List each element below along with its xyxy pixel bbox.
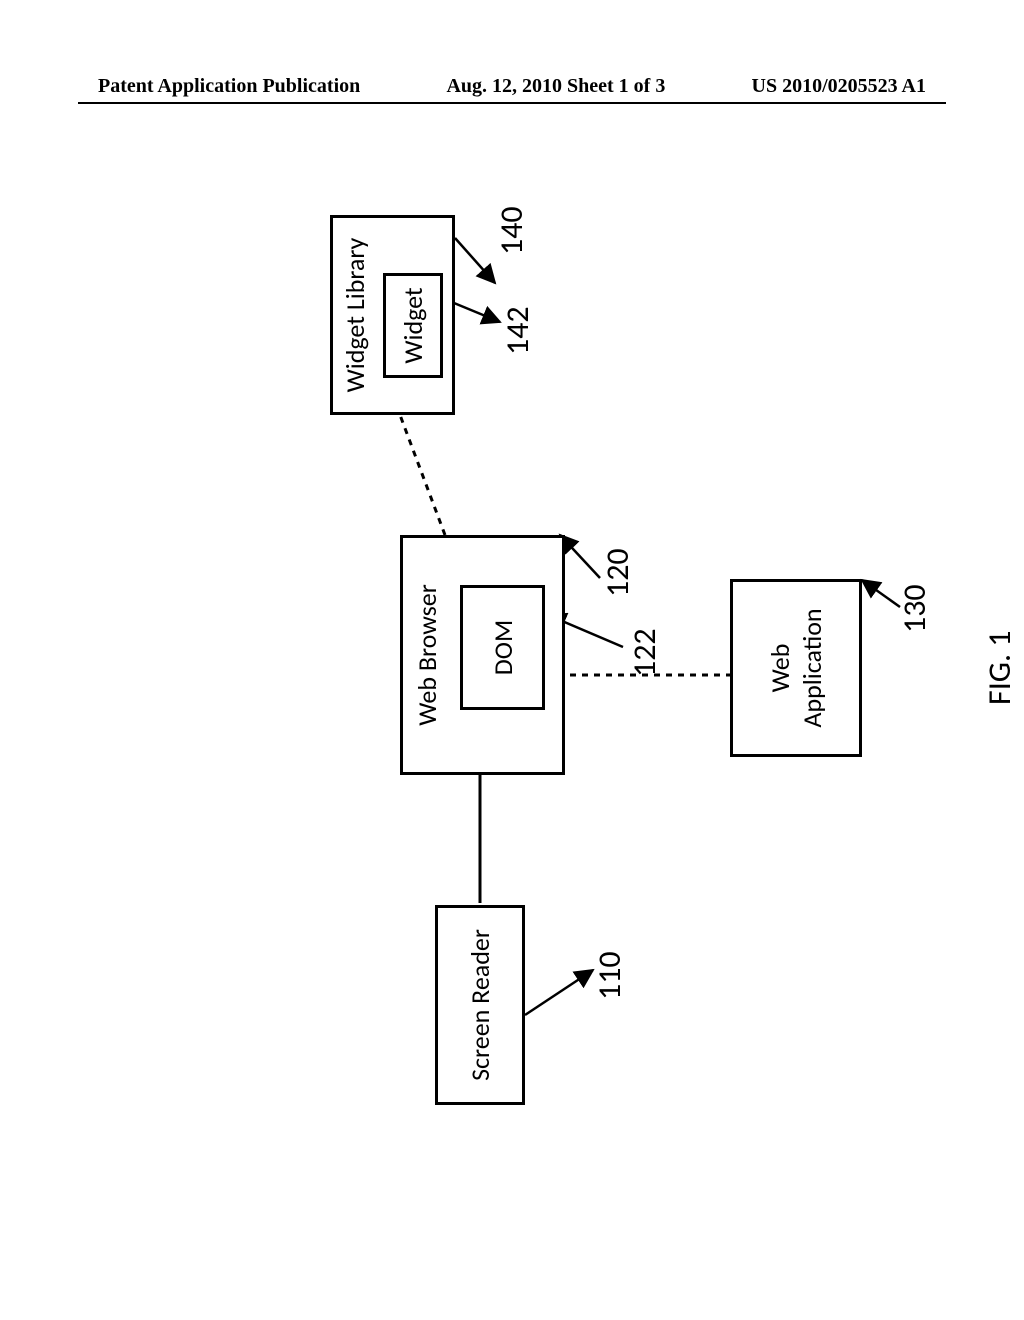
box-web-application: Web Application bbox=[730, 579, 862, 757]
ref-122: 122 bbox=[625, 628, 664, 677]
page: Patent Application Publication Aug. 12, … bbox=[0, 0, 1024, 1320]
box-dom: DOM bbox=[460, 585, 545, 710]
box-dom-label: DOM bbox=[487, 620, 519, 675]
header-right: US 2010/0205523 A1 bbox=[752, 75, 926, 98]
box-widget: Widget bbox=[383, 273, 443, 378]
box-widget-label: Widget bbox=[397, 287, 429, 363]
ref-130: 130 bbox=[895, 584, 934, 633]
ref-110: 110 bbox=[590, 951, 629, 1000]
header-left: Patent Application Publication bbox=[98, 75, 360, 98]
ref-120: 120 bbox=[598, 548, 637, 597]
box-screen-reader: Screen Reader bbox=[435, 905, 525, 1105]
ref-142: 142 bbox=[498, 306, 537, 355]
box-web-browser-label: Web Browser bbox=[411, 584, 443, 726]
box-screen-reader-label: Screen Reader bbox=[464, 929, 496, 1081]
box-web-application-label: Web Application bbox=[764, 608, 828, 727]
header-rule bbox=[78, 102, 946, 104]
page-header: Patent Application Publication Aug. 12, … bbox=[0, 75, 1024, 98]
box-widget-library-label: Widget Library bbox=[339, 238, 371, 393]
ref-140: 140 bbox=[492, 206, 531, 255]
figure-caption: FIG. 1 bbox=[980, 631, 1019, 705]
header-center: Aug. 12, 2010 Sheet 1 of 3 bbox=[446, 75, 665, 98]
figure-1-diagram: Screen Reader 110 Web Browser DOM 120 12… bbox=[0, 285, 1024, 1075]
